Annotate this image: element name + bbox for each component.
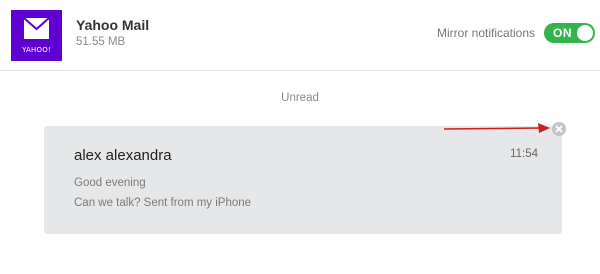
notification-sender: alex alexandra: [74, 147, 172, 164]
annotation-arrow-icon: [443, 123, 550, 133]
app-name: Yahoo Mail: [76, 17, 150, 33]
notification-line: Good evening: [74, 177, 146, 189]
toggle-state-label: ON: [553, 26, 572, 40]
envelope-icon: [24, 18, 49, 39]
notification-settings-page: YAHOO! Yahoo Mail 51.55 MB Mirror notifi…: [0, 0, 600, 274]
yahoo-mail-icon: YAHOO!: [11, 10, 62, 61]
mirror-notifications-label: Mirror notifications: [437, 26, 536, 40]
yahoo-wordmark: YAHOO!: [22, 46, 51, 54]
notification-time: 11:54: [510, 148, 538, 160]
notification-card[interactable]: alex alexandra 11:54 Good evening Can we…: [44, 126, 562, 234]
app-size: 51.55 MB: [76, 36, 126, 48]
unread-section-label: Unread: [281, 92, 319, 104]
dismiss-notification-button[interactable]: [552, 122, 566, 136]
mirror-notifications-toggle[interactable]: ON: [544, 23, 595, 43]
app-header: YAHOO! Yahoo Mail 51.55 MB Mirror notifi…: [0, 0, 600, 71]
close-circle-icon: [555, 125, 563, 133]
toggle-knob: [577, 25, 593, 41]
notification-line: Can we talk? Sent from my iPhone: [74, 197, 252, 209]
